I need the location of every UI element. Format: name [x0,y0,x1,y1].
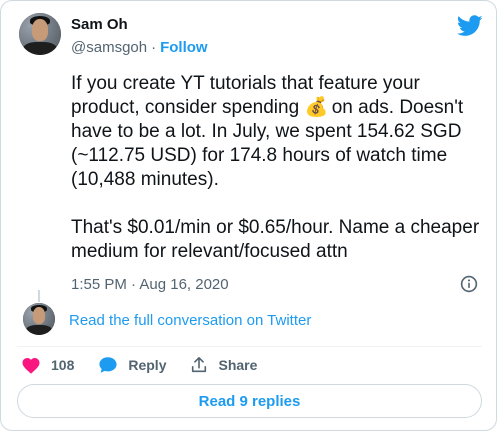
tweet-card: Sam Oh @samsgoh · Follow If you create YT … [0,0,497,431]
speech-bubble-icon [99,357,117,373]
twitter-bird-icon[interactable] [457,15,483,37]
money-bag-emoji-icon: 💰 [304,97,329,118]
tweet-paragraph-2: That's $0.01/min or $0.65/hour. Name a c… [71,217,480,262]
author-handle[interactable]: @samsgoh [71,39,147,56]
conversation-avatar[interactable] [23,303,55,335]
tweet-actions: 108 Reply Share [21,355,281,375]
tweet-text: If you create YT tutorials that feature … [71,72,491,264]
heart-icon [22,357,40,374]
author-name[interactable]: Sam Oh [71,16,128,33]
reply-button[interactable]: Reply [98,356,166,374]
author-avatar[interactable] [19,13,61,55]
author-handle-row: @samsgoh · Follow [71,39,208,56]
share-button[interactable]: Share [190,356,257,374]
tweet-timestamp[interactable]: 1:55 PM · Aug 16, 2020 [71,276,229,293]
reply-label: Reply [128,357,167,373]
separator-dot: · [151,39,157,56]
read-conversation-link[interactable]: Read the full conversation on Twitter [69,312,311,329]
info-icon[interactable] [460,275,478,293]
follow-link[interactable]: Follow [160,39,208,56]
like-button[interactable]: 108 [21,356,74,374]
read-replies-button[interactable]: Read 9 replies [17,384,482,418]
divider [17,346,482,347]
share-label: Share [218,357,258,373]
share-icon [192,356,207,373]
like-count: 108 [51,357,75,373]
thread-line [38,290,40,302]
tweet-paragraph-1: If you create YT tutorials that feature … [71,72,491,192]
